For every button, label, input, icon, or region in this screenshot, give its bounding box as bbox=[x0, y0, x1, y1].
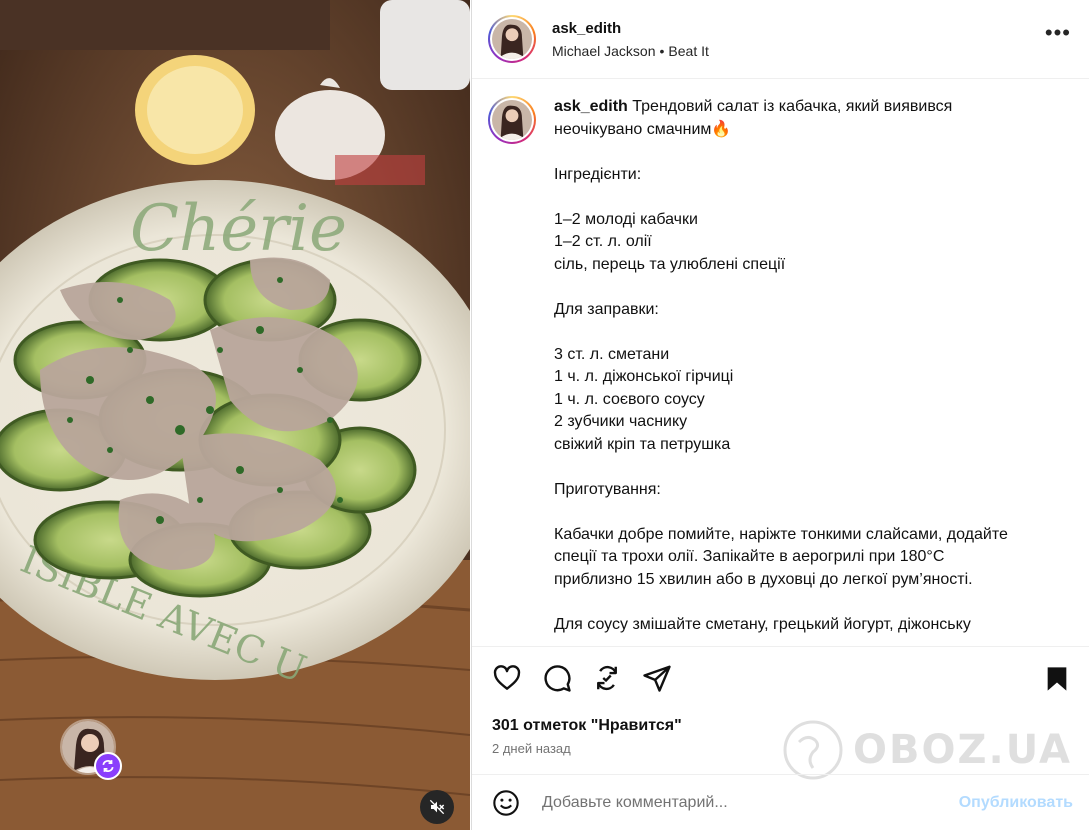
caption-line: Кабачки добре помийте, наріжте тонкими с… bbox=[554, 525, 1008, 543]
mute-icon bbox=[429, 799, 445, 815]
watermark-text: OBOZ.UA bbox=[853, 727, 1072, 773]
caption-line: приблизно 15 хвилин або в духовці до лег… bbox=[554, 570, 973, 588]
remix-icon bbox=[102, 760, 114, 772]
heart-icon bbox=[493, 665, 521, 690]
remix-badge[interactable] bbox=[94, 752, 122, 780]
post-comment-button[interactable]: Опубликовать bbox=[959, 794, 1073, 812]
likes-count[interactable]: 301 отметок "Нравится" bbox=[492, 717, 682, 735]
audio-title[interactable]: Beat It bbox=[668, 43, 708, 59]
mute-button[interactable] bbox=[420, 790, 454, 824]
caption-line bbox=[554, 321, 1064, 344]
separator-dot: • bbox=[659, 42, 665, 59]
caption-line bbox=[554, 591, 1064, 614]
emoji-icon bbox=[493, 789, 519, 816]
more-options-button[interactable]: ••• bbox=[1045, 22, 1071, 44]
share-button[interactable] bbox=[642, 663, 672, 693]
caption-line: 1 ч. л. соєвого соусу bbox=[554, 390, 705, 408]
share-icon bbox=[643, 665, 671, 692]
caption-line bbox=[554, 186, 1064, 209]
bookmark-icon bbox=[1047, 667, 1067, 691]
caption-line: 3 ст. л. сметани bbox=[554, 345, 670, 363]
caption-line: спеції та трохи олії. Запікайте в аерогр… bbox=[554, 548, 945, 565]
caption-line: Для заправки: bbox=[554, 300, 659, 318]
audio-artist[interactable]: Michael Jackson bbox=[552, 43, 656, 59]
caption-text: ask_edith Трендовий салат із кабачка, як… bbox=[554, 96, 1064, 636]
repost-icon bbox=[597, 665, 617, 691]
header-username[interactable]: ask_edith bbox=[552, 20, 709, 37]
like-button[interactable] bbox=[492, 663, 522, 693]
comment-input[interactable]: Добавьте комментарий... bbox=[542, 794, 959, 812]
save-button[interactable] bbox=[1043, 665, 1071, 693]
caption-line bbox=[554, 276, 1064, 299]
avatar bbox=[492, 100, 532, 140]
post-header: ask_edith Michael Jackson • Beat It ••• bbox=[472, 0, 1089, 79]
plate-text-top: Chérie bbox=[130, 192, 347, 266]
caption-story-ring[interactable] bbox=[488, 96, 536, 144]
post-timestamp[interactable]: 2 дней назад bbox=[492, 741, 571, 756]
post-details-panel: ask_edith Michael Jackson•Beat It ••• bbox=[471, 0, 1089, 830]
emoji-button[interactable] bbox=[492, 789, 520, 817]
caption-username[interactable]: ask_edith bbox=[554, 98, 628, 115]
watermark: OBOZ.UA bbox=[783, 720, 1072, 780]
caption-line bbox=[554, 456, 1064, 479]
caption-line bbox=[554, 501, 1064, 524]
comment-bar: Добавьте комментарий... Опубликовать bbox=[472, 774, 1089, 830]
comment-icon bbox=[544, 665, 571, 692]
caption-line: 2 зубчики часнику bbox=[554, 413, 688, 430]
repost-button[interactable] bbox=[592, 663, 622, 693]
comment-button[interactable] bbox=[542, 663, 572, 693]
caption-line: ask_edith Трендовий салат із кабачка, як… bbox=[554, 98, 953, 115]
caption-line bbox=[554, 141, 1064, 164]
caption-line: Приготування: bbox=[554, 480, 661, 498]
caption-row: ask_edith Трендовий салат із кабачка, як… bbox=[488, 96, 1073, 636]
more-icon: ••• bbox=[1044, 20, 1071, 45]
globe-icon bbox=[783, 720, 843, 780]
caption-line: сіль, перець та улюблені спеції bbox=[554, 255, 786, 273]
avatar bbox=[492, 19, 532, 59]
story-ring[interactable] bbox=[488, 15, 536, 63]
caption-line: Інгредієнти: bbox=[554, 165, 642, 183]
audio-info[interactable]: Michael Jackson • Beat It bbox=[552, 43, 709, 59]
caption-line: 1–2 ст. л. олії bbox=[554, 233, 652, 250]
caption-line: Для соусу змішайте сметану, грецький йог… bbox=[554, 615, 971, 633]
post-media[interactable]: Chérie ISIBLE AVEC U bbox=[0, 0, 470, 830]
caption-line: 1–2 молоді кабачки bbox=[554, 210, 698, 228]
caption-line: неочікувано смачним🔥 bbox=[554, 120, 732, 138]
caption-scroll-area[interactable]: ask_edith Трендовий салат із кабачка, як… bbox=[472, 80, 1089, 645]
caption-line: свіжий кріп та петрушка bbox=[554, 435, 731, 453]
caption-line: 1 ч. л. діжонської гірчиці bbox=[554, 368, 734, 385]
food-photo: Chérie ISIBLE AVEC U bbox=[0, 0, 470, 830]
